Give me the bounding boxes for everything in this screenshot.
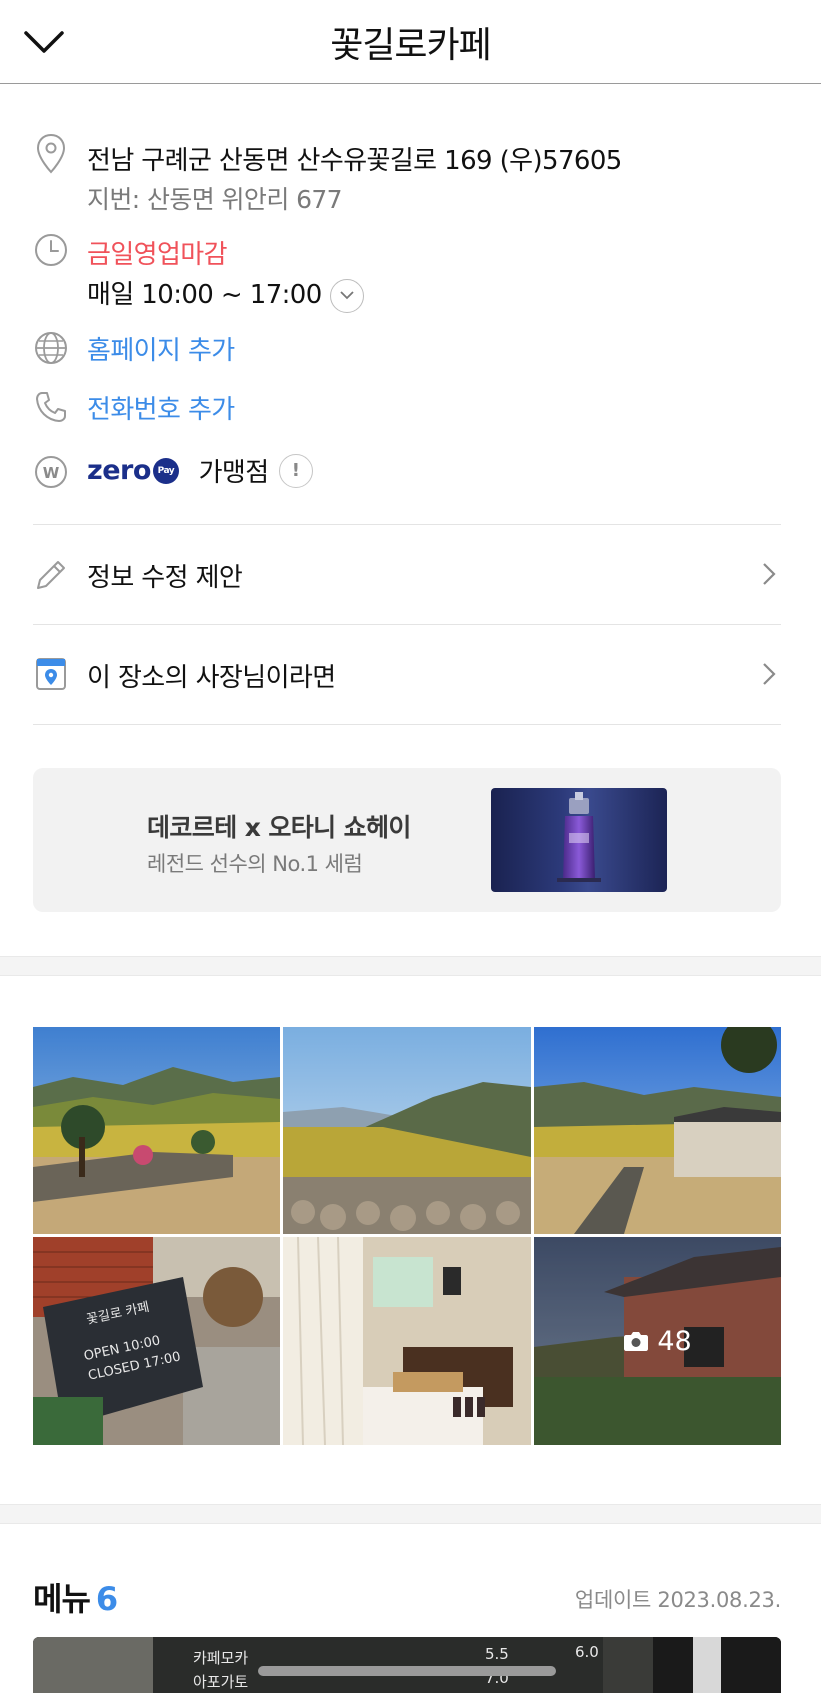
camera-icon (624, 1332, 649, 1351)
zeropay-label: 가맹점 (198, 458, 270, 488)
phone-icon (33, 389, 69, 425)
menu-item-price: 5.5 (485, 1645, 509, 1663)
page-title: 꽃길로카페 (330, 25, 492, 66)
hours-text: 매일 10:00 ~ 17:00 (87, 280, 322, 310)
menu-updated-date: 업데이트 2023.08.23. (574, 1588, 781, 1612)
pencil-icon (33, 557, 69, 593)
add-phone-link[interactable]: 전화번호 추가 (87, 389, 235, 426)
section-separator (0, 956, 821, 976)
ad-subtitle: 레전드 선수의 No.1 세럼 (147, 852, 363, 876)
more-photos-button[interactable]: 48 (534, 1237, 781, 1445)
photo-thumbnail[interactable] (283, 1237, 531, 1445)
globe-icon (33, 330, 69, 366)
menu-board-photo[interactable]: 카페모카 아포가토 5.5 6.0 7.0 (33, 1637, 781, 1693)
owner-claim-button[interactable]: 이 장소의 사장님이라면 (33, 625, 781, 725)
menu-title: 메뉴 6 (33, 1580, 118, 1618)
business-status: 금일영업마감 (87, 240, 228, 270)
photo-count: 48 (657, 1325, 692, 1357)
home-indicator (258, 1666, 556, 1676)
address-row: 전남 구례군 산동면 산수유꽃길로 169 (우)57605 지번: 산동면 위… (33, 133, 781, 214)
hours-row: 금일영업마감 매일 10:00 ~ 17:00 (33, 230, 781, 316)
suggest-edit-button[interactable]: 정보 수정 제안 (33, 525, 781, 625)
photo-thumbnail[interactable] (33, 1027, 280, 1234)
info-icon[interactable]: ! (278, 453, 313, 488)
owner-claim-label: 이 장소의 사장님이라면 (87, 663, 336, 693)
suggest-edit-label: 정보 수정 제안 (87, 563, 243, 593)
more-photos-overlay: 48 (534, 1237, 781, 1445)
zeropay-info: zero Pay 가맹점! (87, 452, 313, 489)
zeropay-logo: zero Pay (87, 455, 179, 486)
photo-thumbnail[interactable] (534, 1027, 781, 1234)
menu-item-name: 아포가토 (193, 1673, 249, 1691)
hours-expand-button[interactable] (329, 278, 364, 313)
won-coin-icon: W (33, 454, 69, 490)
top-bar: 꽃길로카페 (0, 0, 821, 84)
zeropay-row: W zero Pay 가맹점! (33, 452, 781, 492)
svg-text:W: W (43, 464, 60, 482)
photo-thumbnail[interactable] (283, 1027, 531, 1234)
ad-title: 데코르테 x 오타니 쇼헤이 (147, 813, 411, 842)
ad-banner[interactable]: 데코르테 x 오타니 쇼헤이 레전드 선수의 No.1 세럼 (33, 768, 781, 912)
address-lot: 지번: 산동면 위안리 677 (87, 185, 343, 214)
photo-grid: 꽃길로 카페 OPEN 10:00 CLOSED 17:00 48 (33, 1027, 781, 1445)
chevron-right-icon (763, 663, 776, 685)
business-hours: 매일 10:00 ~ 17:00 (87, 274, 364, 313)
menu-count: 6 (95, 1580, 118, 1618)
ad-product-image (491, 788, 667, 892)
phone-row: 전화번호 추가 (33, 387, 781, 427)
section-separator (0, 1504, 821, 1524)
clock-icon (33, 232, 69, 268)
photo-thumbnail[interactable]: 꽃길로 카페 OPEN 10:00 CLOSED 17:00 (33, 1237, 280, 1445)
store-pin-icon (33, 655, 69, 691)
chevron-down-icon (340, 291, 354, 300)
address-main[interactable]: 전남 구례군 산동면 산수유꽃길로 169 (우)57605 (87, 140, 622, 177)
chevron-right-icon (763, 563, 776, 585)
menu-section-header: 메뉴 6 업데이트 2023.08.23. (33, 1574, 781, 1618)
menu-item-price: 6.0 (575, 1643, 599, 1661)
add-homepage-link[interactable]: 홈페이지 추가 (87, 330, 235, 367)
location-pin-icon (33, 133, 69, 174)
menu-item-name: 카페모카 (193, 1649, 249, 1667)
homepage-row: 홈페이지 추가 (33, 328, 781, 368)
divider (33, 724, 781, 725)
